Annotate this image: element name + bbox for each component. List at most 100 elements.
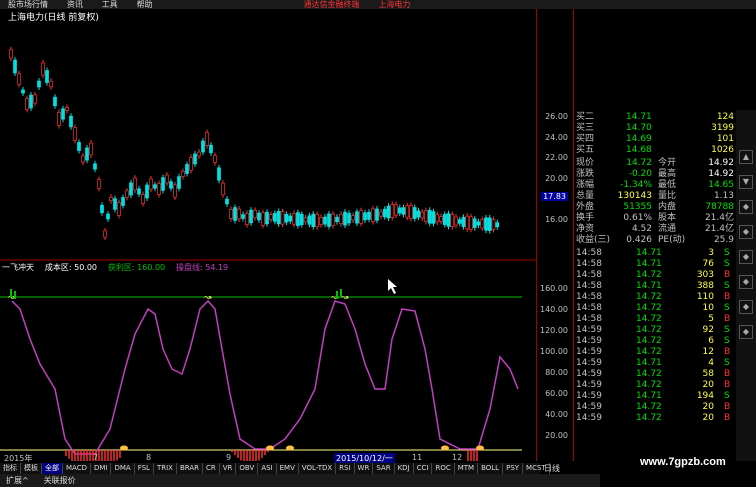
- tick-direction: S: [724, 358, 730, 368]
- candle-body: [13, 59, 17, 74]
- indicator-tab[interactable]: CCI: [414, 463, 433, 474]
- tick-volume: 12: [702, 347, 714, 357]
- indicator-tab[interactable]: VOL-TDX: [299, 463, 337, 474]
- indicator-tab[interactable]: MTM: [455, 463, 479, 474]
- stat-label: 量比: [658, 191, 677, 201]
- stat-row: 换手 0.61% 股本 21.4亿: [574, 213, 737, 224]
- osc-name: 一飞冲天: [2, 263, 34, 272]
- sell-signal-icon: [266, 445, 274, 451]
- stat-value: 14.65: [708, 180, 734, 190]
- side-tool-button[interactable]: ◆: [739, 325, 753, 339]
- indicator-tab[interactable]: BRAR: [177, 463, 203, 474]
- candle-body: [307, 215, 312, 225]
- indicator-tab[interactable]: 指标: [0, 463, 21, 474]
- candle-body: [137, 188, 141, 195]
- stat-value: 14.92: [708, 158, 734, 168]
- stat-value: 21.4亿: [704, 224, 734, 234]
- expand-button[interactable]: 扩展^: [0, 474, 35, 487]
- tick-time: 14:59: [576, 369, 602, 379]
- oscillator-line: [11, 299, 519, 455]
- indicator-tab[interactable]: VR: [220, 463, 237, 474]
- candle-body: [57, 112, 61, 126]
- candle-body: [495, 222, 500, 228]
- trade-label: 操盘线: 54.19: [176, 263, 229, 272]
- indicator-tab[interactable]: PSY: [503, 463, 524, 474]
- side-tool-button[interactable]: ▲: [739, 150, 753, 164]
- candle-body: [465, 215, 470, 230]
- candle-body: [133, 177, 137, 191]
- stat-value: 25.9: [713, 235, 734, 245]
- stat-value: 1.13: [713, 191, 734, 201]
- bid-label: 买四: [576, 134, 595, 144]
- bid-price: 14.70: [626, 123, 652, 133]
- period-label[interactable]: 日线: [544, 463, 560, 474]
- indicator-tab[interactable]: SAR: [373, 463, 395, 474]
- indicator-tab[interactable]: KDJ: [395, 463, 414, 474]
- menu-item-help[interactable]: 帮助: [129, 0, 161, 9]
- candle-body: [173, 184, 177, 198]
- tick-row: 14:58 14.72 110 B: [574, 292, 737, 303]
- candle-body: [193, 153, 197, 165]
- tick-row: 14:59 14.71 194 S: [574, 391, 737, 402]
- side-tool-button[interactable]: ◆: [739, 275, 753, 289]
- menu-item-tools[interactable]: 工具: [94, 0, 126, 9]
- indicator-tab[interactable]: WR: [355, 463, 374, 474]
- candle-body: [442, 214, 447, 225]
- candle-body: [253, 209, 257, 219]
- side-tool-button[interactable]: ◆: [739, 200, 753, 214]
- bid-row: 买二 14.71 124: [574, 112, 737, 123]
- candle-body: [323, 216, 327, 225]
- mouse-cursor-icon: [388, 279, 397, 294]
- price-tick: 24.00: [545, 133, 568, 142]
- candle-body: [121, 197, 125, 206]
- candle-body: [103, 230, 107, 238]
- candle-body: [409, 205, 413, 219]
- indicator-tab[interactable]: 模板: [21, 463, 42, 474]
- indicator-tab[interactable]: OBV: [236, 463, 259, 474]
- candle-body: [141, 194, 145, 204]
- date-label: 12: [452, 453, 463, 462]
- stat-row: 收益(三) 0.426 PE(动) 25.9: [574, 235, 737, 246]
- related-quote-button[interactable]: 关联报价: [38, 474, 82, 487]
- indicator-tab[interactable]: DMI: [91, 463, 112, 474]
- stat-value: 130143: [617, 191, 652, 201]
- indicator-tab[interactable]: FSL: [135, 463, 154, 474]
- side-tool-button[interactable]: ▼: [739, 175, 753, 189]
- side-tool-button[interactable]: ◆: [739, 250, 753, 264]
- tick-time: 14:59: [576, 347, 602, 357]
- profit-spike: [340, 289, 342, 297]
- stat-label: 收益(三): [576, 235, 611, 245]
- indicator-tab[interactable]: TRIX: [154, 463, 177, 474]
- indicator-tab[interactable]: CR: [203, 463, 220, 474]
- indicator-tab[interactable]: RSI: [336, 463, 355, 474]
- tick-row: 14:58 14.72 10 S: [574, 303, 737, 314]
- candle-body: [153, 184, 157, 189]
- indicator-tab[interactable]: ROC: [432, 463, 455, 474]
- candle-body: [457, 219, 462, 224]
- menu-item-news[interactable]: 资讯: [59, 0, 91, 9]
- tick-price: 14.71: [636, 281, 662, 291]
- stat-value: -0.20: [628, 169, 652, 179]
- kline-chart[interactable]: ↝ ↝ ↝ ↝: [0, 9, 537, 472]
- tick-volume: 6: [708, 336, 714, 346]
- stat-label: 现价: [576, 158, 595, 168]
- chart-area[interactable]: ↝ ↝ ↝ ↝: [0, 9, 537, 472]
- candle-body: [225, 198, 229, 205]
- stat-label: 涨幅: [576, 180, 595, 190]
- menu-item-market[interactable]: 股市场行情: [0, 0, 56, 9]
- indicator-tab[interactable]: BOLL: [478, 463, 504, 474]
- indicator-tab[interactable]: MACD: [63, 463, 91, 474]
- tick-direction: B: [724, 292, 731, 302]
- indicator-tab[interactable]: ASI: [258, 463, 277, 474]
- side-tool-button[interactable]: ◆: [739, 225, 753, 239]
- indicator-tab[interactable]: DMA: [111, 463, 135, 474]
- indicator-tab[interactable]: 全部: [42, 463, 63, 474]
- side-tool-button[interactable]: ◆: [739, 300, 753, 314]
- candle-body: [435, 214, 440, 223]
- tick-volume: 5: [708, 314, 714, 324]
- brand-label: 通达信金融终端: [303, 0, 360, 9]
- tick-direction: B: [724, 402, 731, 412]
- indicator-tab[interactable]: EMV: [277, 463, 299, 474]
- bid-row: 买五 14.68 1026: [574, 145, 737, 156]
- quote-panel: 买二 14.71 124 买三 14.70 3199 买四 14.69 101 买五 14.68 10…: [573, 9, 736, 461]
